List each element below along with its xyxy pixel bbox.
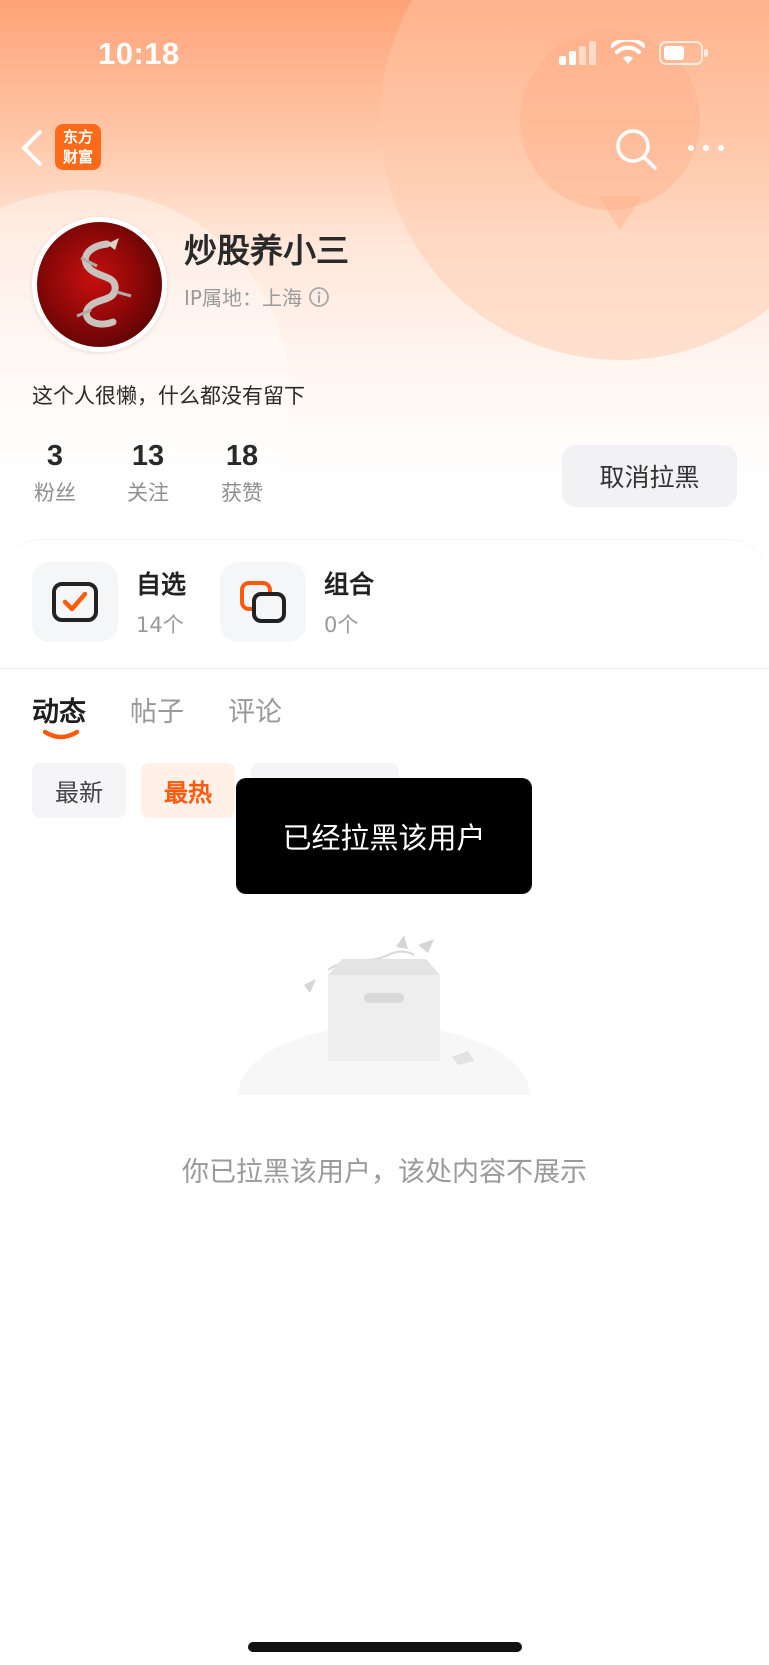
status-time: 10:18 [98,36,180,71]
unblock-button[interactable]: 取消拉黑 [562,445,737,507]
content-card [0,540,769,1665]
tab-dynamics[interactable]: 动态 [32,690,86,729]
divider [0,668,769,669]
status-icons [559,40,709,66]
tab-comments[interactable]: 评论 [228,690,282,729]
watchlist-icon [52,582,98,622]
app-logo[interactable]: 东方 财富 [55,124,101,170]
back-arrow-icon[interactable] [18,128,44,168]
ip-location: IP属地：上海 [184,286,302,310]
stat-label: 粉丝 [34,481,76,505]
info-icon[interactable] [308,286,330,308]
portfolio-icon-box [220,562,306,642]
watchlist-icon-box [32,562,118,642]
watchlist-title: 自选 [136,570,187,599]
signal-icon [559,41,596,65]
portfolio-count: 0个 [324,613,359,637]
battery-icon [659,41,708,65]
portfolio-shortcut[interactable]: 组合 0个 [220,562,374,642]
watchlist-count: 14个 [136,613,184,637]
home-indicator[interactable] [248,1642,522,1652]
tab-posts[interactable]: 帖子 [130,690,184,729]
empty-box-illustration [238,935,530,1095]
bio-text: 这个人很懒，什么都没有留下 [32,384,305,408]
avatar-dragon-image [76,238,132,328]
toast-message: 已经拉黑该用户 [236,778,532,894]
filter-newest[interactable]: 最新 [32,763,126,818]
stat-label: 获赞 [221,481,263,505]
more-icon[interactable] [686,136,726,160]
username: 炒股养小三 [184,231,349,270]
wifi-icon [611,40,645,64]
stat-fans[interactable]: 3 粉丝 [20,440,90,507]
watchlist-shortcut[interactable]: 自选 14个 [32,562,186,642]
portfolio-icon [240,581,286,623]
avatar[interactable] [32,217,167,352]
app-logo-line1: 东方 [62,128,93,146]
stat-value: 18 [225,440,259,472]
ip-location-row: IP属地：上海 [184,282,330,311]
stat-label: 关注 [127,481,169,505]
search-icon[interactable] [613,126,659,172]
portfolio-title: 组合 [324,570,375,599]
stat-value: 13 [131,440,165,472]
stat-likes[interactable]: 18 获赞 [207,440,277,507]
active-tab-indicator [43,729,79,740]
stat-following[interactable]: 13 关注 [113,440,183,507]
empty-state-message: 你已拉黑该用户，该处内容不展示 [182,1157,587,1188]
app-logo-line2: 财富 [62,148,93,166]
stat-value: 3 [46,440,64,472]
decorative-bubble-tail [598,196,642,230]
filter-hottest[interactable]: 最热 [141,763,235,818]
